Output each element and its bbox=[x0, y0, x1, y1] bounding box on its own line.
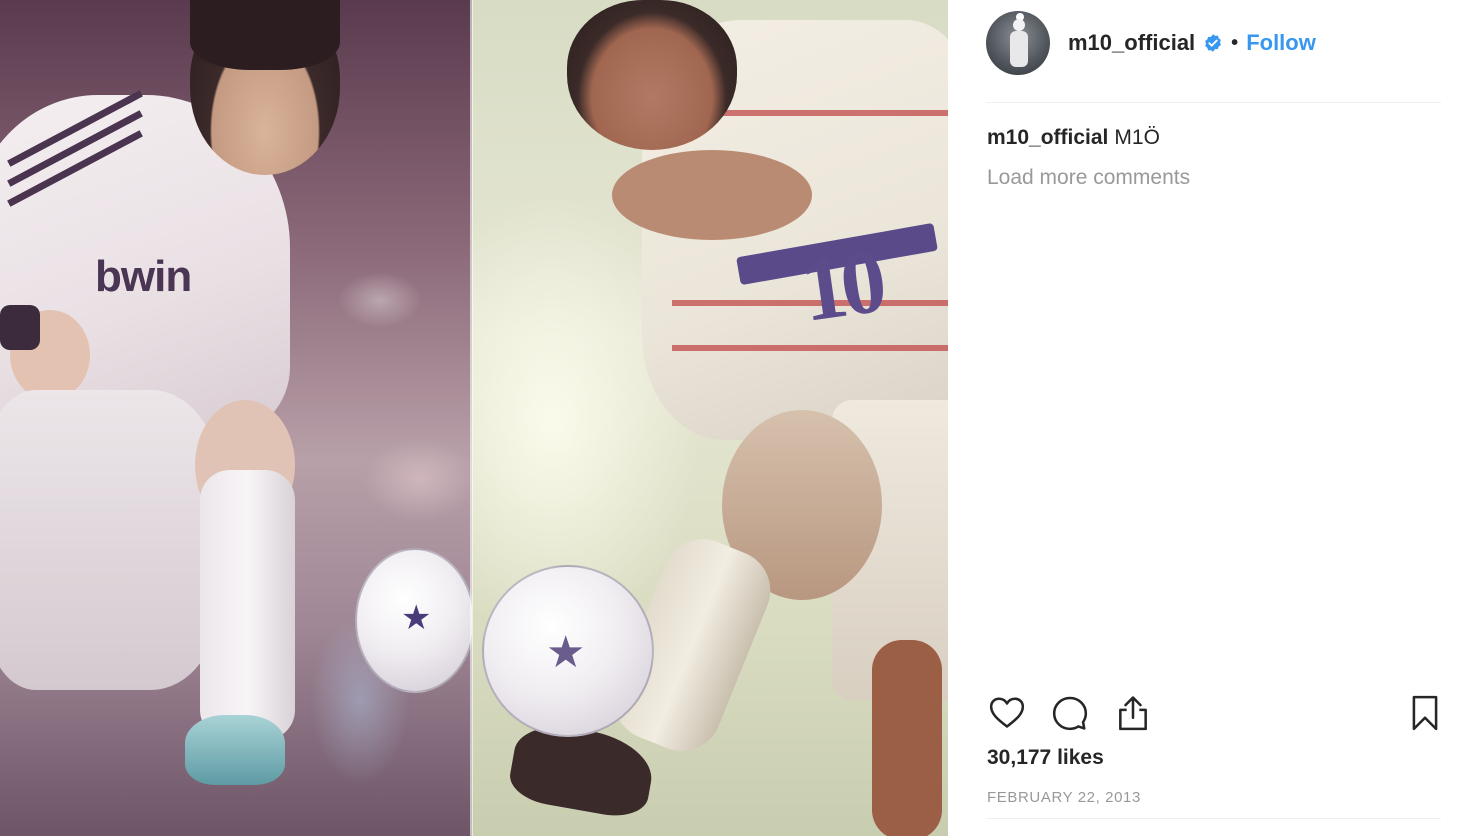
caption-text: M1Ö bbox=[1114, 126, 1160, 149]
share-upload-icon bbox=[1119, 696, 1147, 731]
save-button[interactable] bbox=[1404, 692, 1446, 734]
left-player-shorts bbox=[0, 390, 220, 690]
avatar-head bbox=[1013, 19, 1025, 31]
avatar-body bbox=[1010, 31, 1028, 67]
post-side-panel: m10_official • Follow m10_official M1Ö Lo… bbox=[948, 0, 1460, 836]
verified-badge-icon bbox=[1203, 33, 1223, 53]
footer-divider bbox=[986, 818, 1441, 819]
share-button[interactable] bbox=[1112, 692, 1154, 734]
post-caption: m10_official M1Ö bbox=[987, 125, 1160, 151]
username-link[interactable]: m10_official bbox=[1068, 30, 1195, 56]
shirt-number: 10 bbox=[795, 232, 887, 341]
caption-username-link[interactable]: m10_official bbox=[987, 126, 1108, 149]
follow-button[interactable]: Follow bbox=[1246, 30, 1316, 56]
left-player-sock bbox=[200, 470, 295, 740]
comment-bubble-icon bbox=[1052, 696, 1088, 731]
post-date: FEBRUARY 22, 2013 bbox=[987, 789, 1141, 806]
load-more-comments-button[interactable]: Load more comments bbox=[987, 166, 1190, 190]
photo-left-player: bwin ★ bbox=[0, 0, 472, 836]
bookmark-icon bbox=[1412, 695, 1438, 731]
shirt-stripe bbox=[672, 345, 948, 351]
header-divider bbox=[986, 102, 1441, 103]
comment-button[interactable] bbox=[1049, 692, 1091, 734]
likes-count[interactable]: 30,177 likes bbox=[987, 746, 1104, 770]
right-player-arm bbox=[612, 150, 812, 240]
left-player-boot bbox=[185, 715, 285, 785]
post-image[interactable]: bwin ★ 10 ★ bbox=[0, 0, 948, 836]
ball-star-icon: ★ bbox=[401, 598, 432, 638]
avatar[interactable] bbox=[986, 11, 1050, 75]
shirt-sponsor-logo: bwin bbox=[95, 252, 192, 301]
like-button[interactable] bbox=[986, 692, 1028, 734]
action-bar bbox=[986, 692, 1446, 734]
ball-star-icon: ★ bbox=[546, 627, 586, 678]
right-player-head bbox=[567, 0, 737, 150]
left-player-hair bbox=[190, 0, 340, 70]
football-left: ★ bbox=[355, 548, 472, 693]
football-right: ★ bbox=[482, 565, 654, 737]
right-player-calf bbox=[872, 640, 942, 836]
image-split-divider bbox=[470, 0, 473, 836]
header-separator-dot: • bbox=[1231, 31, 1239, 54]
wristband bbox=[0, 305, 40, 350]
post-header: m10_official • Follow bbox=[986, 10, 1441, 76]
photo-right-player: 10 ★ bbox=[472, 0, 948, 836]
heart-icon bbox=[989, 697, 1025, 728]
